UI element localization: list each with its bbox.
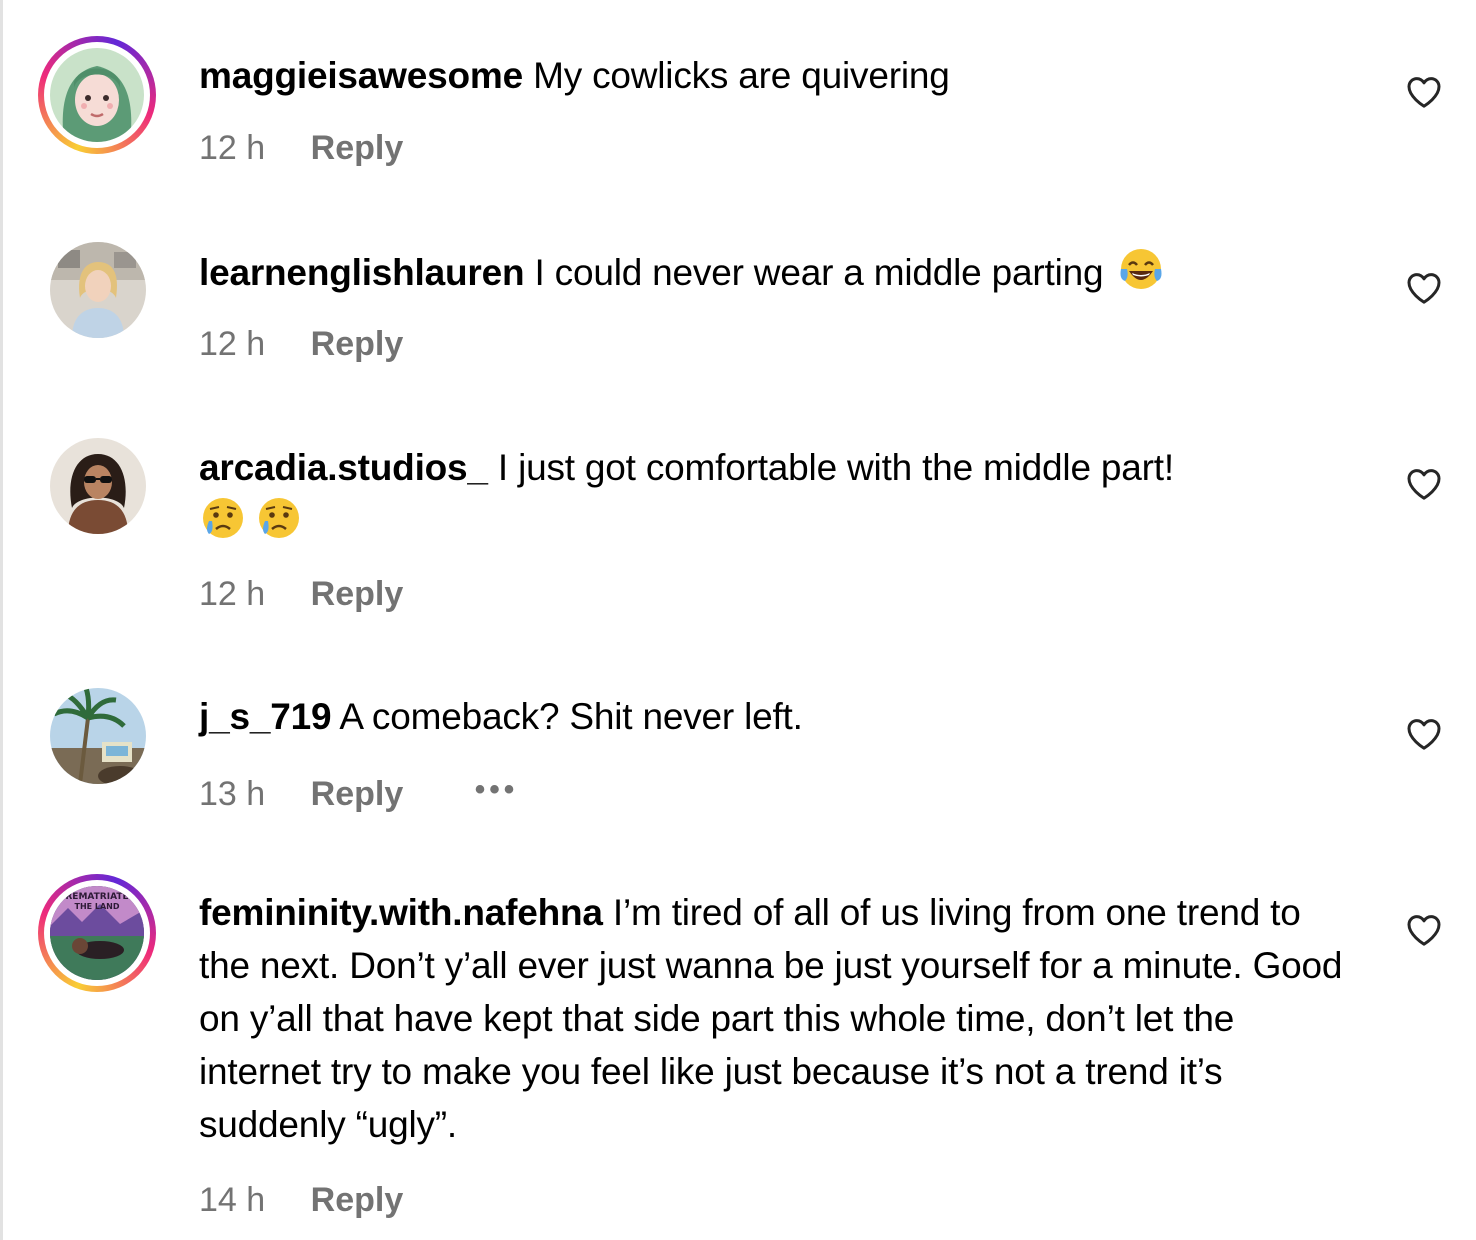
comment-text: I just got comfortable with the middle p… (497, 447, 1174, 488)
left-border (0, 0, 3, 1240)
comment-body: femininity.with.nafehna I’m tired of all… (199, 886, 1359, 1151)
comment-meta: 12 h Reply (199, 324, 403, 364)
heart-outline-icon[interactable] (1404, 72, 1444, 112)
cartoon-woman-avatar-icon (50, 48, 144, 142)
svg-text:THE LAND: THE LAND (74, 902, 119, 911)
comment-timestamp: 12 h (199, 575, 266, 613)
comment-timestamp: 14 h (199, 1181, 266, 1219)
comment-text: My cowlicks are quivering (533, 55, 950, 96)
comment-timestamp: 13 h (199, 775, 266, 813)
avatar[interactable] (38, 36, 156, 154)
heart-outline-icon[interactable] (1404, 268, 1444, 308)
comment-timestamp: 12 h (199, 325, 266, 363)
comment-username[interactable]: maggieisawesome (199, 55, 523, 96)
crying-face-emoji-icon (259, 498, 299, 538)
svg-text:REMATRIATE: REMATRIATE (65, 892, 128, 902)
comment-body: j_s_719 A comeback? Shit never left. (199, 690, 1369, 743)
reply-button[interactable]: Reply (311, 1180, 404, 1220)
face-with-tears-of-joy-emoji-icon (1120, 249, 1162, 289)
woman-sunglasses-avatar-icon (50, 438, 146, 534)
comment-meta: 12 h Reply (199, 128, 403, 168)
comment-meta: 13 h Reply ••• (199, 770, 519, 813)
reply-button[interactable]: Reply (311, 128, 404, 168)
reply-button[interactable]: Reply (311, 774, 404, 814)
avatar[interactable] (50, 688, 146, 784)
comment-body: maggieisawesome My cowlicks are quiverin… (199, 49, 1369, 102)
comment-meta: 14 h Reply (199, 1180, 403, 1220)
comment-body: arcadia.studios_ I just got comfortable … (199, 441, 1369, 548)
rematriate-the-land-avatar-icon: REMATRIATE THE LAND (50, 886, 144, 980)
crying-face-emoji-icon (203, 498, 243, 538)
heart-outline-icon[interactable] (1404, 910, 1444, 950)
palm-tree-avatar-icon (50, 688, 146, 784)
reply-button[interactable]: Reply (311, 574, 404, 614)
avatar[interactable]: REMATRIATE THE LAND (38, 874, 156, 992)
comment-username[interactable]: learnenglishlauren (199, 252, 525, 293)
comment-timestamp: 12 h (199, 129, 266, 167)
avatar[interactable] (50, 438, 146, 534)
comment-text: A comeback? Shit never left. (339, 696, 803, 737)
comment-username[interactable]: femininity.with.nafehna (199, 892, 603, 933)
comment-text: I could never wear a middle parting (534, 252, 1104, 293)
woman-photo-avatar-icon (50, 242, 146, 338)
heart-outline-icon[interactable] (1404, 464, 1444, 504)
comment-meta: 12 h Reply (199, 574, 403, 614)
comment-username[interactable]: j_s_719 (199, 696, 332, 737)
reply-button[interactable]: Reply (311, 324, 404, 364)
comment-body: learnenglishlauren I could never wear a … (199, 245, 1369, 299)
comment-username[interactable]: arcadia.studios_ (199, 447, 488, 488)
more-options-button[interactable]: ••• (475, 770, 519, 810)
avatar[interactable] (50, 242, 146, 338)
heart-outline-icon[interactable] (1404, 714, 1444, 754)
